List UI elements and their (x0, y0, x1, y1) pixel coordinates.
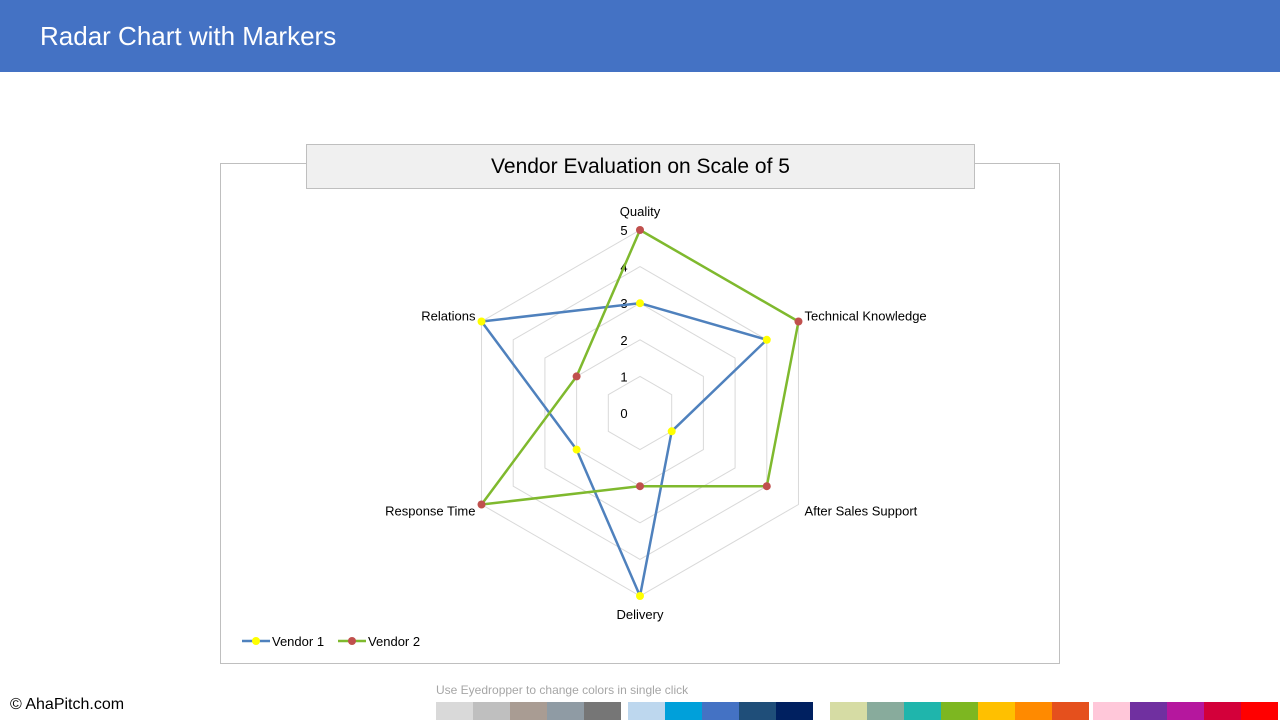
color-swatch[interactable] (628, 702, 665, 720)
color-swatch[interactable] (904, 702, 941, 720)
color-swatch[interactable] (739, 702, 776, 720)
color-swatch[interactable] (1052, 702, 1089, 720)
color-swatch[interactable] (978, 702, 1015, 720)
color-palette-group-3 (830, 702, 1089, 720)
color-swatch[interactable] (1241, 702, 1278, 720)
color-swatch[interactable] (665, 702, 702, 720)
color-swatch[interactable] (510, 702, 547, 720)
color-swatch[interactable] (547, 702, 584, 720)
color-palette-group-4 (1093, 702, 1278, 720)
legend-swatch-vendor-2 (338, 637, 367, 645)
chart-frame[interactable] (220, 163, 1060, 664)
legend-label-vendor-1: Vendor 1 (272, 633, 325, 649)
color-swatch[interactable] (867, 702, 904, 720)
color-swatch[interactable] (776, 702, 813, 720)
page-title: Radar Chart with Markers (40, 21, 337, 51)
color-swatch[interactable] (1130, 702, 1167, 720)
color-swatch[interactable] (1204, 702, 1241, 720)
color-palette-group-2 (628, 702, 813, 720)
color-swatch[interactable] (830, 702, 867, 720)
eyedropper-hint: Use Eyedropper to change colors in singl… (436, 683, 689, 697)
header-bar: Radar Chart with Markers (0, 0, 1280, 72)
color-palette-group-1 (436, 702, 621, 720)
copyright-text: © AhaPitch.com (10, 696, 125, 713)
legend-item-vendor-2[interactable]: Vendor 2 (338, 634, 420, 649)
color-swatch[interactable] (473, 702, 510, 720)
chart-title-box[interactable]: Vendor Evaluation on Scale of 5 (306, 144, 975, 189)
legend-label-vendor-2: Vendor 2 (368, 633, 421, 649)
color-swatch[interactable] (1015, 702, 1052, 720)
chart-legend[interactable]: Vendor 1 Vendor 2 (242, 632, 420, 650)
chart-title: Vendor Evaluation on Scale of 5 (491, 154, 790, 178)
color-swatch[interactable] (702, 702, 739, 720)
legend-swatch-vendor-1 (242, 637, 270, 645)
color-swatch[interactable] (1093, 702, 1130, 720)
color-swatch[interactable] (584, 702, 621, 720)
legend-item-vendor-1[interactable]: Vendor 1 (242, 634, 324, 649)
color-swatch[interactable] (941, 702, 978, 720)
color-swatch[interactable] (436, 702, 473, 720)
color-swatch[interactable] (1167, 702, 1204, 720)
